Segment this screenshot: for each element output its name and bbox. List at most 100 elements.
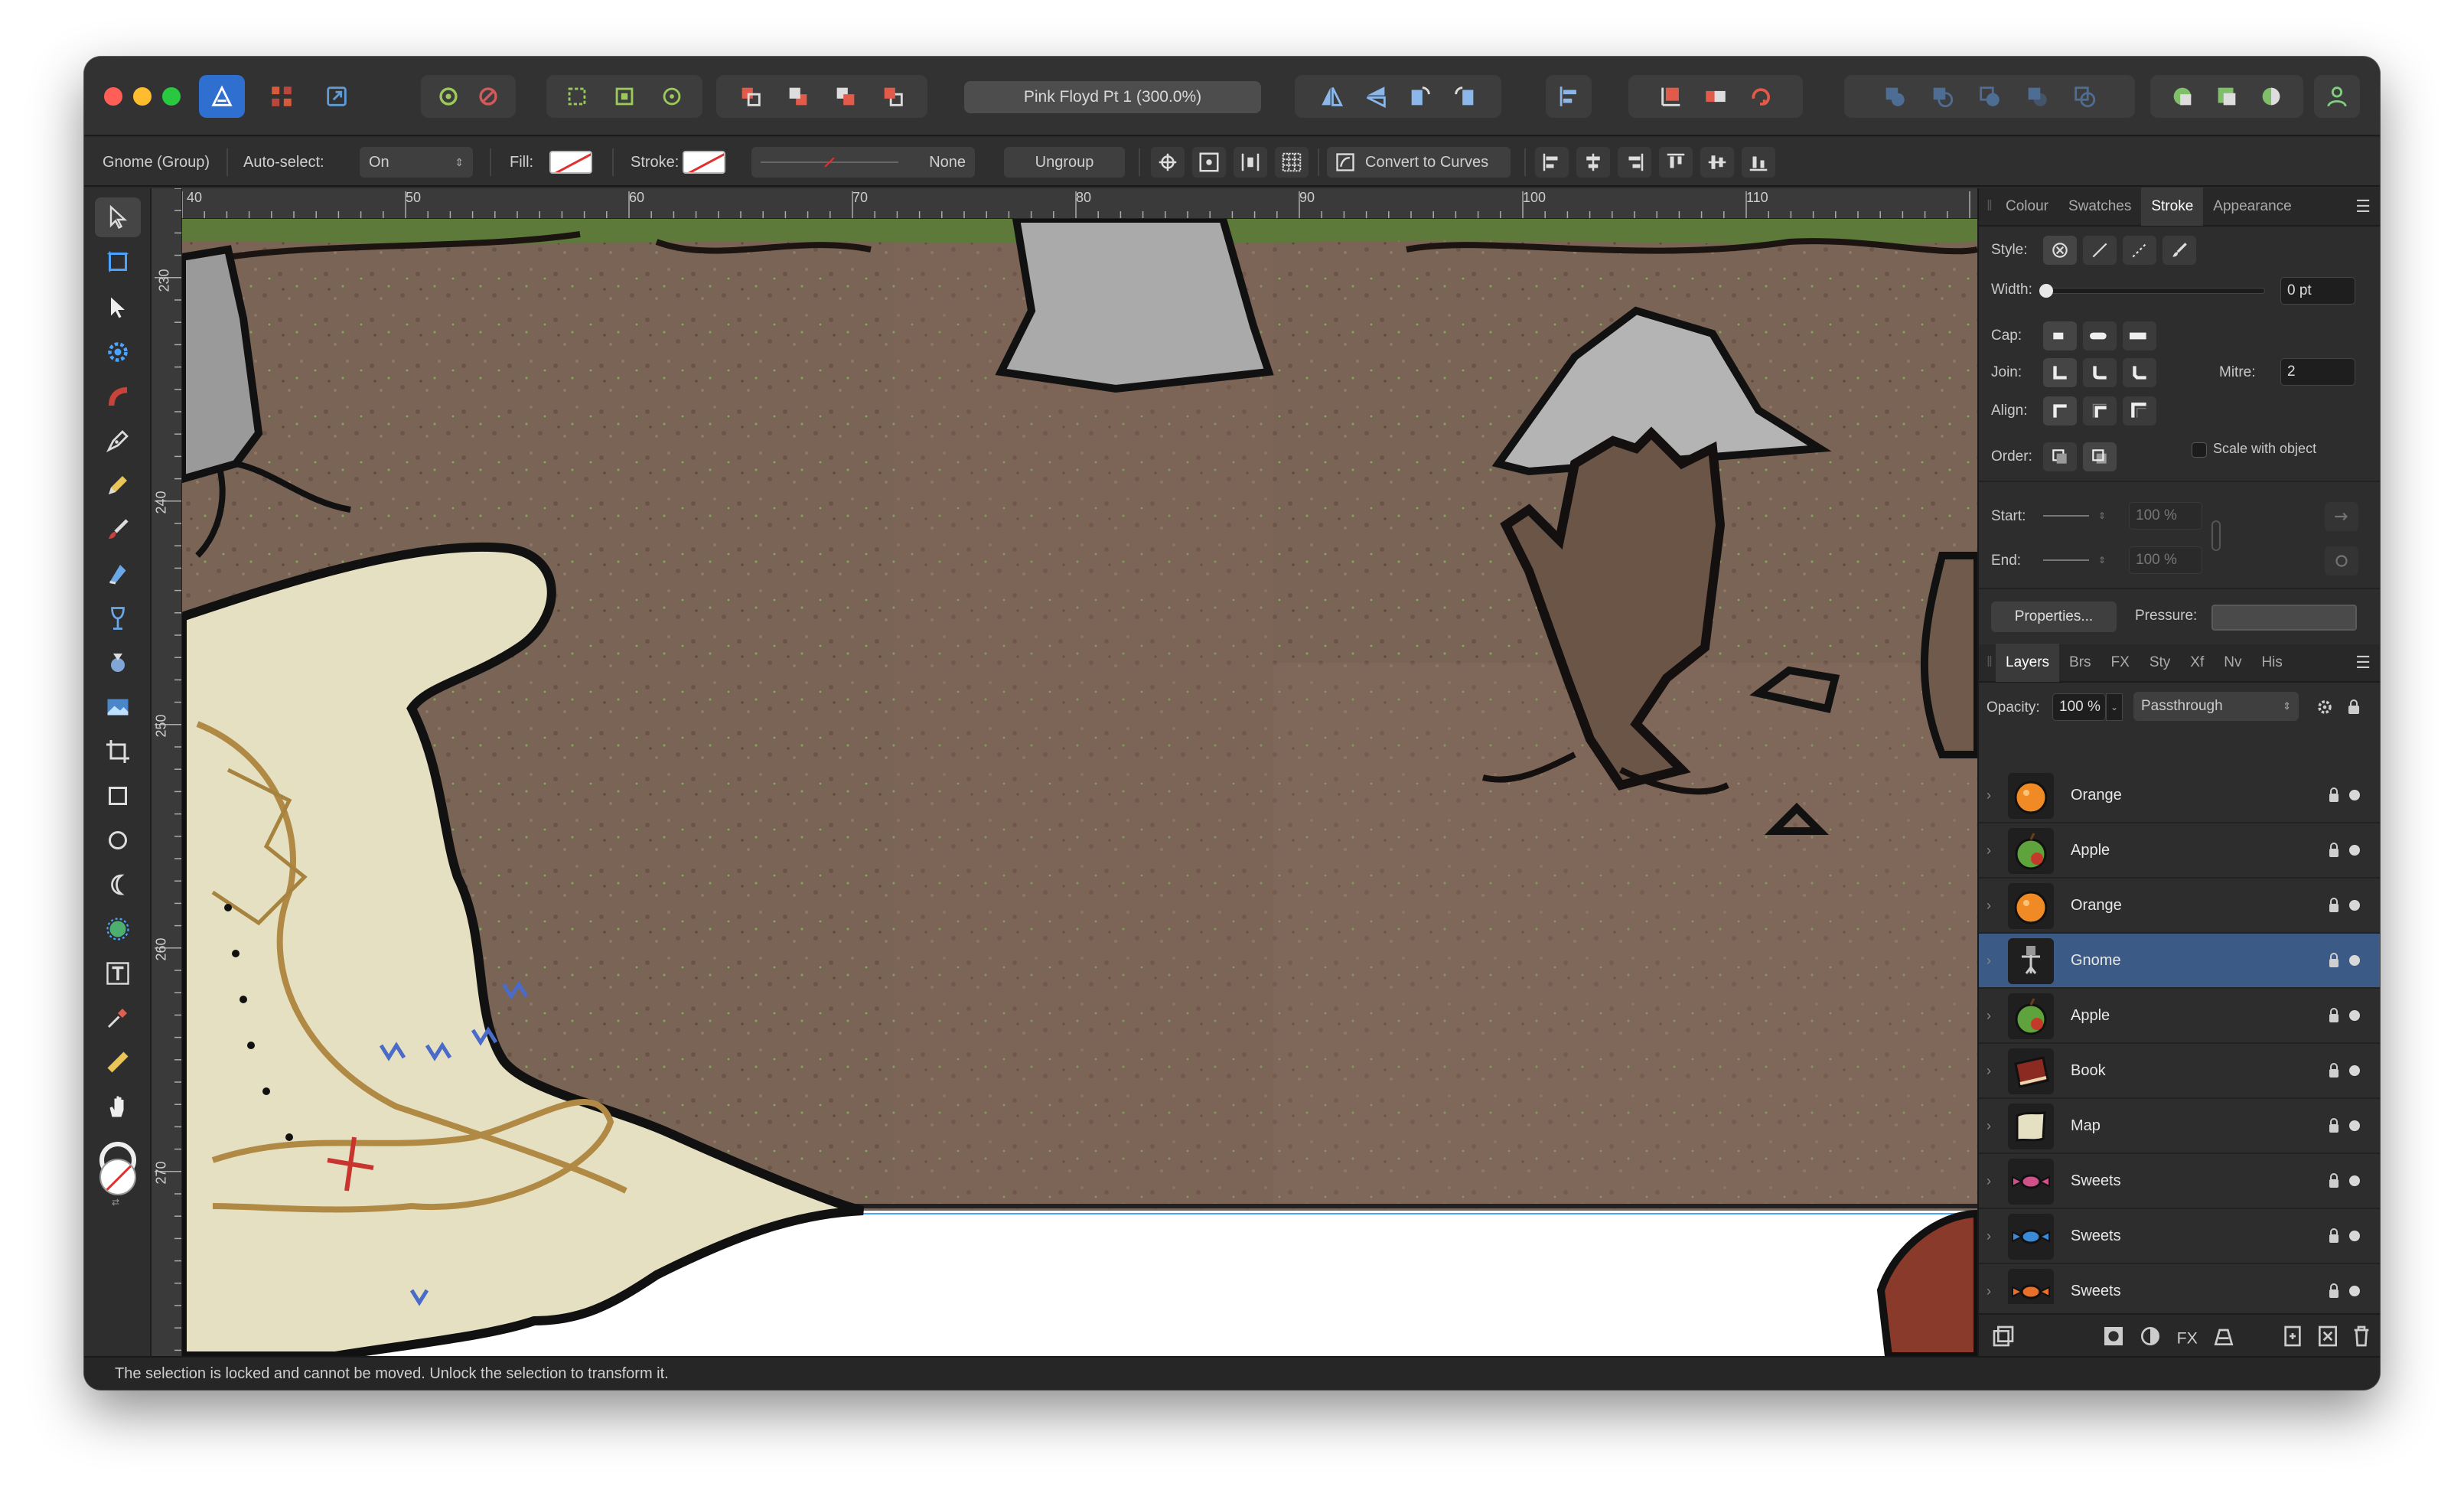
cap-square-button[interactable] [2123,321,2156,350]
align-outside-stroke-button[interactable] [2123,396,2156,425]
export-persona-button[interactable] [314,75,360,118]
properties-button[interactable]: Properties... [1991,602,2117,632]
width-slider[interactable] [2039,284,2265,298]
pencil-tool[interactable] [95,465,141,505]
tab-navigator[interactable]: Nv [2214,644,2251,682]
expand-chevron-icon[interactable]: › [1987,1173,1991,1189]
layer-row[interactable]: › Orange [1979,879,2380,934]
shapes-tool[interactable] [95,909,141,949]
boolean-sub-icon[interactable] [1929,83,1955,109]
layer-row[interactable]: › Gnome [1979,934,2380,989]
layer-visibility-toggle[interactable] [2349,900,2360,911]
pixel-persona-button[interactable] [259,75,305,118]
insert-inside-icon[interactable] [2214,83,2240,109]
scale-with-object-checkbox[interactable] [2192,442,2207,458]
mitre-field[interactable]: 2 [2280,358,2355,386]
move-forward-icon[interactable] [833,83,859,109]
move-to-back-icon[interactable] [738,83,764,109]
flip-vertical-icon[interactable] [1363,83,1389,109]
distribute-button[interactable] [1234,147,1267,178]
move-back-icon[interactable] [785,83,811,109]
layers-menu-icon[interactable]: ☰ [2355,653,2371,673]
magnet-icon[interactable] [475,83,501,109]
close-window-button[interactable] [104,87,122,106]
contour-tool[interactable] [95,377,141,416]
fill-tool[interactable] [95,554,141,594]
align-middle-button[interactable] [1700,147,1734,178]
layer-row[interactable]: › Map [1979,1099,2380,1154]
layer-row[interactable]: › Orange [1979,768,2380,823]
layer-visibility-toggle[interactable] [2349,845,2360,856]
document-canvas[interactable] [182,219,2065,1356]
style-brush-button[interactable] [2163,236,2196,265]
color-picker-tool[interactable] [95,998,141,1038]
layer-mode-icon[interactable] [1991,1324,2016,1348]
vector-brush-tool[interactable] [95,510,141,549]
grid-button[interactable] [1275,147,1309,178]
layer-lock-icon[interactable] [2328,1283,2340,1299]
layer-lock-icon[interactable] [2328,1062,2340,1079]
layer-lock-icon[interactable] [2328,897,2340,914]
align-left-button[interactable] [1535,147,1569,178]
boolean-subtract-icon[interactable] [1703,83,1729,109]
tab-colour[interactable]: Colour [1996,187,2058,226]
layer-lock-icon[interactable] [2328,842,2340,859]
ellipse-tool[interactable] [95,820,141,860]
rotate-right-icon[interactable] [1452,83,1478,109]
move-tool[interactable] [95,197,141,237]
move-to-front-icon[interactable] [880,83,906,109]
lock-icon[interactable] [2345,696,2363,718]
align-center-stroke-button[interactable] [2043,396,2077,425]
designer-persona-button[interactable] [199,75,245,118]
image-tool[interactable] [95,687,141,727]
boolean-intersect-icon[interactable] [1977,83,2003,109]
link-scale-icon[interactable] [2211,520,2221,551]
alignment-button[interactable] [1546,75,1592,118]
order-behind-button[interactable] [2043,442,2077,471]
layer-lock-icon[interactable] [2328,1007,2340,1024]
tab-brushes[interactable]: Brs [2059,644,2101,682]
expand-chevron-icon[interactable]: › [1987,1008,1991,1024]
layer-lock-icon[interactable] [2328,952,2340,969]
select-nodes-icon[interactable] [659,83,685,109]
tab-swatches[interactable]: Swatches [2058,187,2141,226]
pressure-graph[interactable] [2211,605,2357,631]
style-solid-button[interactable] [2083,236,2117,265]
layer-lock-icon[interactable] [2328,1117,2340,1134]
join-bevel-button[interactable] [2123,358,2156,387]
layer-visibility-toggle[interactable] [2349,955,2360,966]
layer-visibility-toggle[interactable] [2349,790,2360,800]
layer-settings-gear-icon[interactable] [2314,696,2335,718]
align-center-button[interactable] [1576,147,1610,178]
style-none-button[interactable] [2043,236,2077,265]
align-top-button[interactable] [1659,147,1693,178]
opacity-field[interactable]: 100 % [2052,693,2106,721]
join-round-button[interactable] [2083,358,2117,387]
mask-layer-icon[interactable] [2101,1324,2126,1348]
insert-behind-icon[interactable] [2169,83,2195,109]
fill-stroke-swatches[interactable]: ⇄ [96,1142,139,1208]
arrowhead-position-button[interactable] [2325,546,2358,575]
start-arrowhead-dropdown[interactable]: ⇕ [2043,502,2120,530]
live-filter-icon[interactable]: FX [2175,1324,2199,1348]
tab-stroke[interactable]: Stroke [2141,187,2204,226]
place-image-tool[interactable] [95,643,141,683]
join-miter-button[interactable] [2043,358,2077,387]
auto-select-dropdown[interactable]: On ⇕ [360,147,473,178]
end-arrowhead-dropdown[interactable]: ⇕ [2043,546,2120,574]
transparency-tool[interactable] [95,598,141,638]
boolean-add-icon[interactable] [1882,83,1908,109]
swap-arrowheads-button[interactable] [2325,502,2358,531]
layer-lock-icon[interactable] [2328,787,2340,804]
end-scale-field[interactable]: 100 % [2129,546,2202,574]
layer-row[interactable]: › Sweets [1979,1154,2380,1209]
flip-horizontal-icon[interactable] [1318,83,1344,109]
view-tool[interactable] [95,1087,141,1126]
swap-colors-icon[interactable]: ⇄ [112,1197,119,1208]
pixel-layer-icon[interactable] [2211,1324,2236,1348]
transform-origin-button[interactable] [1151,147,1185,178]
crop-tool[interactable] [95,732,141,771]
select-bounds-icon[interactable] [611,83,637,109]
stroke-style-dropdown[interactable]: None [751,147,975,178]
expand-chevron-icon[interactable]: › [1987,1228,1991,1244]
